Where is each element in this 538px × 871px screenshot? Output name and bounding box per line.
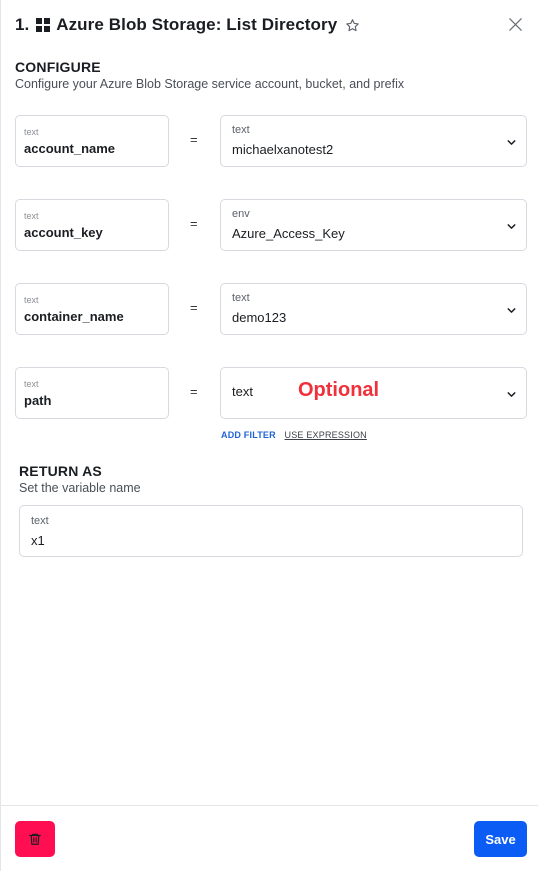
windows-grid-icon (36, 18, 51, 32)
configure-subtitle: Configure your Azure Blob Storage servic… (15, 77, 405, 91)
equals-operator: = (190, 132, 198, 147)
param-row-account-name: text account_name = text michaelxanotest… (15, 115, 527, 167)
param-value: Azure_Access_Key (232, 226, 345, 241)
use-expression-link[interactable]: USE EXPRESSION (285, 430, 367, 440)
equals-operator: = (190, 216, 198, 231)
param-value-select[interactable]: text Optional (220, 367, 527, 419)
param-value: michaelxanotest2 (232, 142, 334, 157)
param-type-tag: text (24, 379, 39, 389)
param-name: container_name (24, 309, 124, 324)
param-value-select[interactable]: env Azure_Access_Key (220, 199, 527, 251)
delete-button[interactable] (15, 821, 55, 857)
optional-annotation: Optional (298, 379, 380, 401)
param-name: account_name (24, 141, 116, 156)
return-as-heading: RETURN AS (19, 463, 102, 479)
equals-operator: = (190, 384, 198, 399)
star-icon[interactable] (345, 18, 360, 33)
function-settings-panel: 1. Azure Blob Storage: List Directory CO… (0, 0, 538, 871)
value-actions: ADD FILTER USE EXPRESSION (221, 430, 367, 440)
return-variable-value: x1 (31, 533, 45, 548)
param-name: path (24, 393, 52, 408)
chevron-down-icon (507, 308, 516, 313)
param-name-field: text container_name (15, 283, 169, 335)
panel-title: Azure Blob Storage: List Directory (56, 15, 338, 34)
footer-divider (1, 805, 538, 806)
param-name-field: text account_key (15, 199, 169, 251)
equals-operator: = (190, 300, 198, 315)
configure-heading: CONFIGURE (15, 59, 101, 75)
param-row-container-name: text container_name = text demo123 (15, 283, 527, 335)
param-name-field: text path (15, 367, 169, 419)
param-row-path: text path = text Optional (15, 367, 527, 419)
return-variable-input[interactable]: text x1 (19, 505, 523, 557)
param-value-select[interactable]: text demo123 (220, 283, 527, 335)
return-type-tag: text (31, 515, 49, 527)
value-type-tag: text (232, 124, 250, 136)
chevron-down-icon (507, 140, 516, 145)
param-name-field: text account_name (15, 115, 169, 167)
param-value-select[interactable]: text michaelxanotest2 (220, 115, 527, 167)
step-number: 1. (15, 15, 30, 34)
value-type-tag: env (232, 208, 250, 220)
param-row-account-key: text account_key = env Azure_Access_Key (15, 199, 527, 251)
param-type-tag: text (24, 211, 39, 221)
param-type-tag: text (24, 295, 39, 305)
return-as-subtitle: Set the variable name (19, 481, 141, 495)
value-type-tag: text (232, 292, 250, 304)
chevron-down-icon (507, 392, 516, 397)
trash-icon (29, 833, 41, 845)
panel-header: 1. Azure Blob Storage: List Directory (15, 12, 524, 38)
close-icon[interactable] (507, 16, 524, 33)
param-name: account_key (24, 225, 103, 240)
param-value: demo123 (232, 310, 287, 325)
save-button[interactable]: Save (474, 821, 527, 857)
add-filter-link[interactable]: ADD FILTER (221, 430, 276, 440)
chevron-down-icon (507, 224, 516, 229)
param-type-tag: text (24, 127, 39, 137)
value-type-tag: text (232, 384, 253, 399)
